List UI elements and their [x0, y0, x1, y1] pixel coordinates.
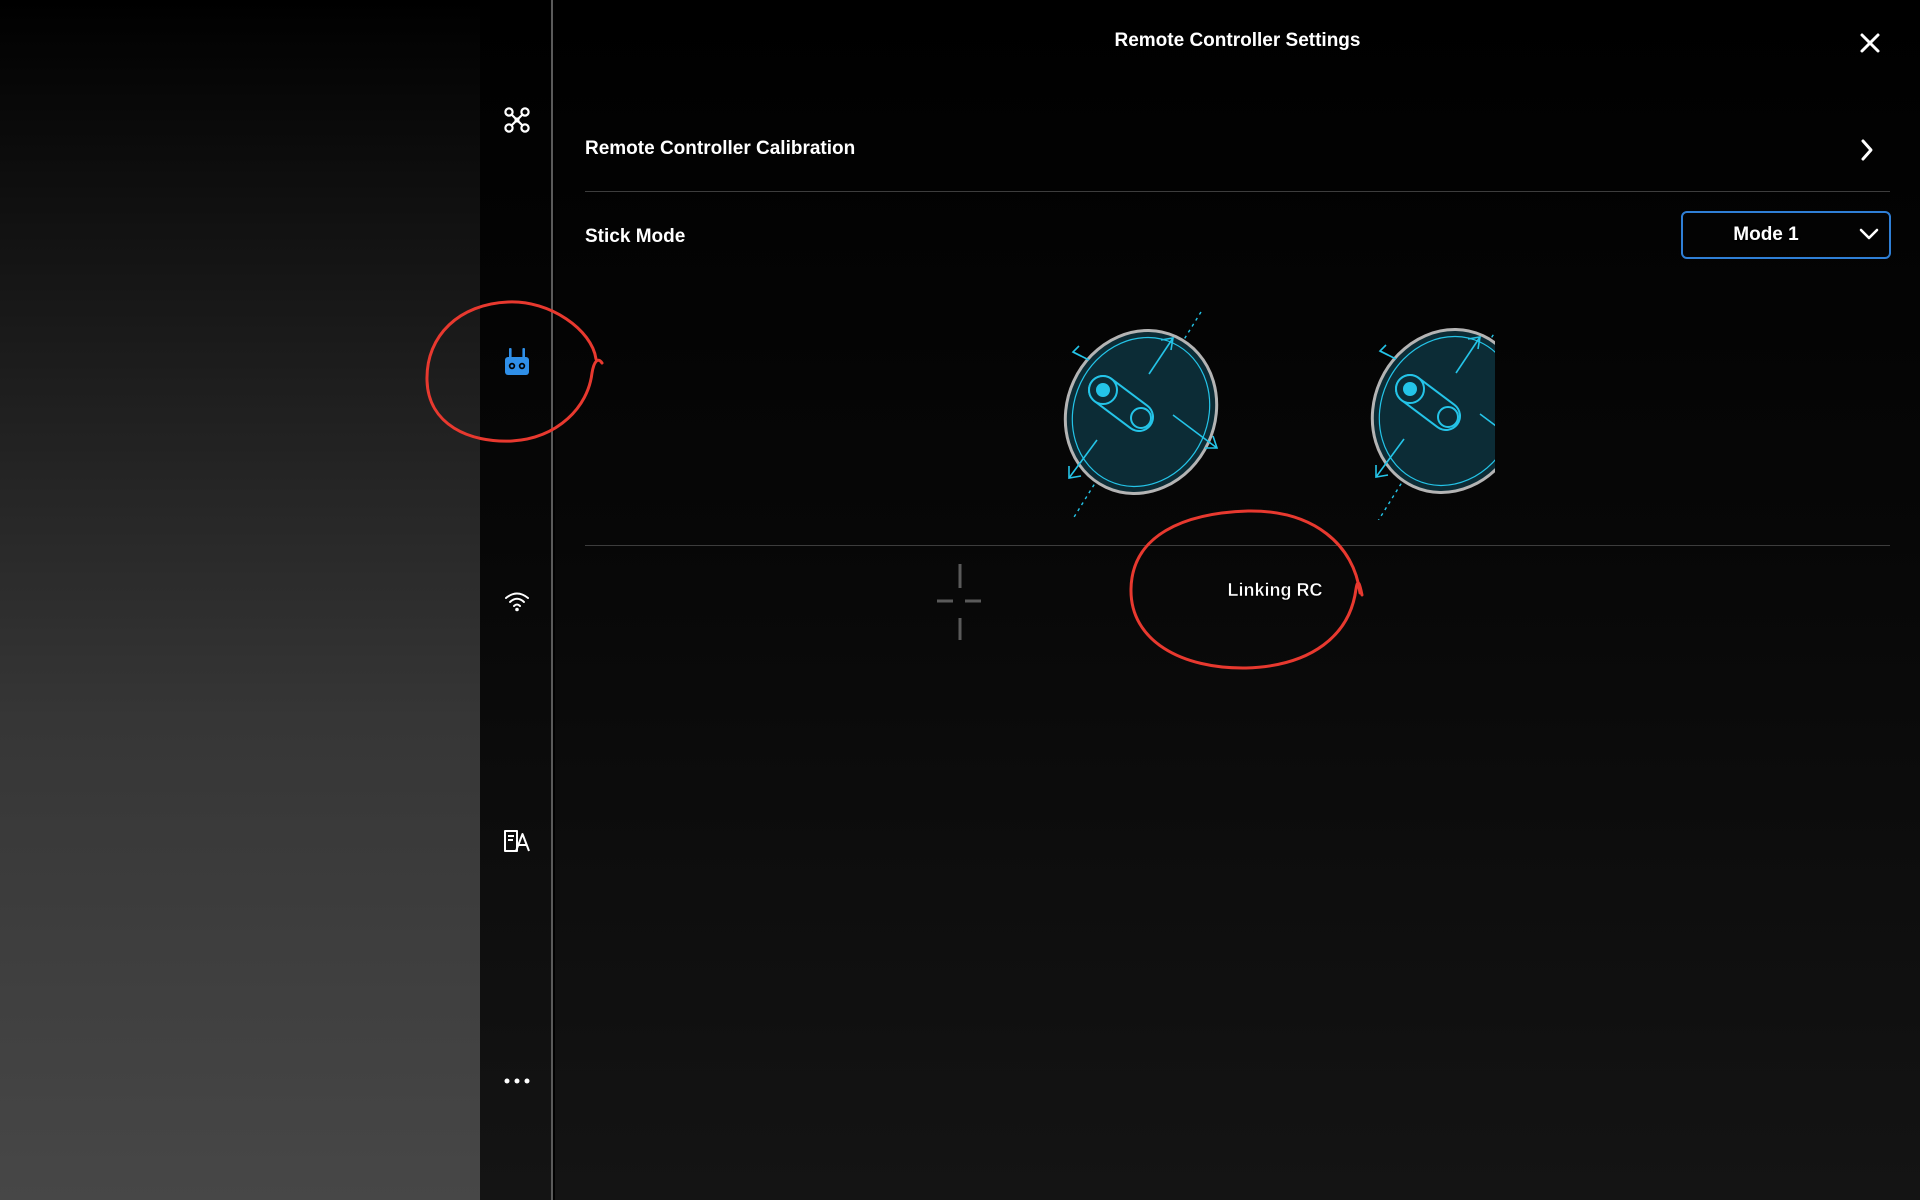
close-button[interactable]: [1855, 28, 1885, 58]
sidebar-item-more[interactable]: [480, 1051, 553, 1111]
more-icon: [504, 1078, 529, 1084]
stick-mode-label: Stick Mode: [585, 226, 686, 247]
right-stick-illustration: [1346, 305, 1495, 520]
close-icon: [1860, 33, 1880, 53]
settings-panel: Remote Controller Settings Remote Contro…: [555, 0, 1920, 1200]
left-stick-illustration: [1039, 306, 1243, 520]
calibration-chevron[interactable]: [1855, 136, 1879, 164]
divider: [585, 191, 1890, 192]
sidebar-item-aircraft[interactable]: [480, 90, 553, 150]
stick-mode-value: Mode 1: [1733, 224, 1799, 245]
wifi-icon: [504, 592, 529, 612]
divider: [585, 545, 1890, 546]
linking-rc-button[interactable]: Linking RC: [1175, 580, 1375, 601]
background-area: [0, 0, 480, 1200]
sidebar-item-language[interactable]: [480, 811, 553, 871]
translate-icon: [503, 830, 530, 852]
drone-icon: [503, 107, 530, 133]
page-title: Remote Controller Settings: [1114, 30, 1361, 51]
stick-mode-diagram: [995, 300, 1495, 520]
crosshair-icon: [937, 564, 981, 640]
remote-controller-icon: [504, 348, 529, 375]
stick-mode-select[interactable]: Mode 1: [1681, 211, 1891, 259]
settings-sidebar: [480, 0, 553, 1200]
calibration-row-label[interactable]: Remote Controller Calibration: [585, 138, 855, 160]
chevron-right-icon: [1861, 139, 1873, 161]
chevron-down-icon: [1859, 228, 1879, 240]
sidebar-item-remote-controller[interactable]: [480, 332, 553, 392]
sidebar-item-transmission[interactable]: [480, 571, 553, 631]
